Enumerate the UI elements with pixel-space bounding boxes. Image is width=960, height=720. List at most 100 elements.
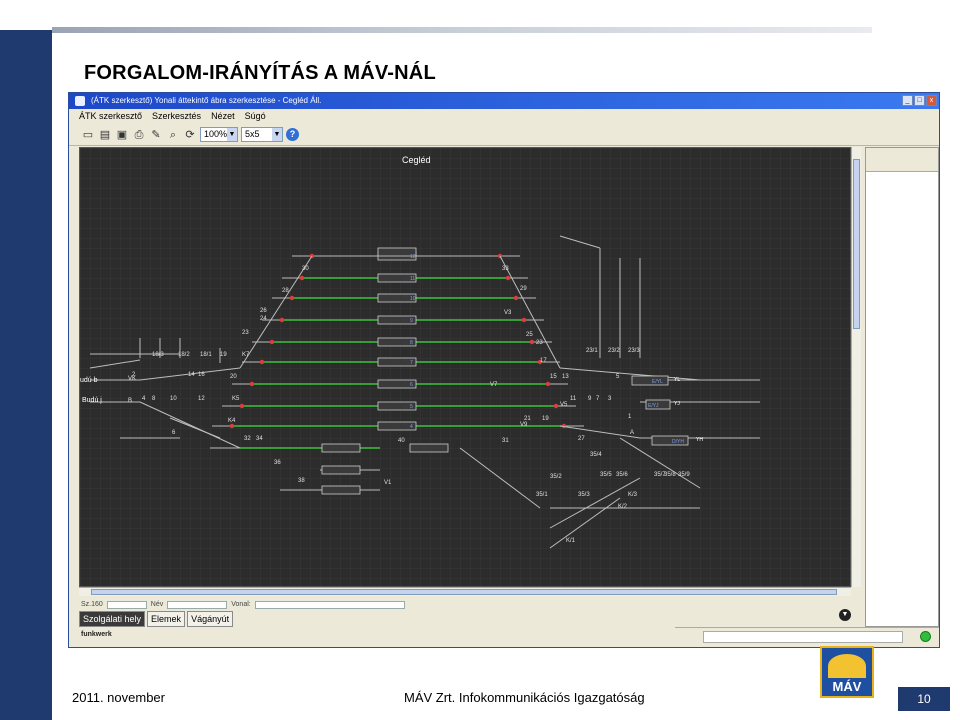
search-icon[interactable]: ⌕ bbox=[166, 128, 180, 142]
signal-label: 40 bbox=[398, 438, 405, 444]
signal-label: K/3 bbox=[628, 492, 638, 498]
station-name: Cegléd bbox=[402, 155, 431, 165]
menu-sugo[interactable]: Súgó bbox=[245, 109, 266, 124]
signal-label: 35/6 bbox=[616, 472, 628, 478]
signal-label: 27 bbox=[578, 436, 585, 442]
print-icon[interactable]: ⎙ bbox=[132, 128, 146, 142]
track-block[interactable] bbox=[321, 443, 361, 453]
scroll-thumb[interactable] bbox=[853, 159, 860, 329]
signal-icon[interactable] bbox=[269, 339, 275, 345]
signal-label: 35/2 bbox=[550, 474, 562, 480]
track-number: 12 bbox=[410, 254, 416, 260]
close-button[interactable]: x bbox=[926, 95, 937, 106]
funkwerk-logo: funkwerk bbox=[81, 631, 112, 638]
grid-select[interactable]: 5x5 ▼ bbox=[241, 127, 283, 142]
signal-label: 23/1 bbox=[586, 348, 598, 354]
signal-icon[interactable] bbox=[545, 381, 551, 387]
slide-title: FORGALOM-IRÁNYÍTÁS A MÁV-NÁL bbox=[84, 62, 436, 84]
signal-label: 38 bbox=[298, 478, 305, 484]
menu-atk-szerkeszto[interactable]: ÁTK szerkesztő bbox=[79, 109, 142, 124]
save-icon[interactable]: ▣ bbox=[115, 128, 129, 142]
signal-icon[interactable] bbox=[513, 295, 519, 301]
signal-label: 18/2 bbox=[178, 352, 190, 358]
maximize-button[interactable]: □ bbox=[914, 95, 925, 106]
menu-szerkesztes[interactable]: Szerkesztés bbox=[152, 109, 201, 124]
mav-logo: MÁV bbox=[820, 646, 874, 698]
sz-input[interactable] bbox=[106, 601, 147, 609]
signal-icon[interactable] bbox=[553, 403, 559, 409]
signal-label: A bbox=[630, 430, 634, 436]
logo-wave bbox=[828, 654, 866, 678]
signal-icon[interactable] bbox=[505, 275, 511, 281]
signal-icon[interactable] bbox=[521, 317, 527, 323]
signal-label: 35/3 bbox=[578, 492, 590, 498]
exit-tag: YL bbox=[674, 377, 680, 383]
page-number: 10 bbox=[898, 687, 950, 711]
name-input[interactable] bbox=[167, 601, 228, 609]
track-number: 9 bbox=[410, 318, 413, 324]
scroll-thumb[interactable] bbox=[91, 589, 837, 595]
menu-nezet[interactable]: Nézet bbox=[211, 109, 235, 124]
signal-icon[interactable] bbox=[529, 339, 535, 345]
field-label: Vonal: bbox=[231, 601, 251, 608]
signal-label: 23 bbox=[536, 340, 543, 346]
signal-label: 23/2 bbox=[608, 348, 620, 354]
track-number: 11 bbox=[410, 276, 415, 282]
track-block[interactable] bbox=[409, 443, 449, 453]
open-folder-icon[interactable]: ▤ bbox=[98, 128, 112, 142]
signal-icon[interactable] bbox=[239, 403, 245, 409]
properties-panel bbox=[865, 147, 939, 627]
vertical-scrollbar[interactable] bbox=[851, 147, 861, 587]
diagram-canvas[interactable]: Cegléd 12 11 10 9 8 7 6 5 4 E/YL E/YJ D/YH YL YJ YH udú… bbox=[79, 147, 851, 587]
chevron-down-icon: ▼ bbox=[227, 128, 237, 141]
signal-label: 26 bbox=[260, 308, 267, 314]
presentation-slide: FORGALOM-IRÁNYÍTÁS A MÁV-NÁL (ÁTK szerke… bbox=[0, 0, 960, 720]
tab-elemek[interactable]: Elemek bbox=[147, 611, 186, 627]
signal-label: V1 bbox=[384, 480, 392, 486]
grid-value: 5x5 bbox=[245, 129, 260, 139]
signal-icon[interactable] bbox=[279, 317, 285, 323]
signal-label: K4 bbox=[228, 418, 236, 424]
refresh-icon[interactable]: ⟳ bbox=[183, 128, 197, 142]
signal-icon[interactable] bbox=[289, 295, 295, 301]
signal-label: K/1 bbox=[566, 538, 576, 544]
signal-label: 14 bbox=[188, 372, 195, 378]
signal-icon[interactable] bbox=[299, 275, 305, 281]
horizontal-scrollbar[interactable] bbox=[79, 587, 851, 596]
edit-icon[interactable]: ✎ bbox=[149, 128, 163, 142]
new-file-icon[interactable]: ▭ bbox=[81, 128, 95, 142]
signal-label: 30 bbox=[302, 266, 309, 272]
app-window: (ÁTK szerkesztő) Yonali áttekintő ábra s… bbox=[68, 92, 940, 648]
tab-vaganyut[interactable]: Vágányút bbox=[187, 611, 234, 627]
footer-organization: MÁV Zrt. Infokommunikációs Igazgatóság bbox=[404, 690, 645, 705]
signal-label: B bbox=[128, 398, 132, 404]
tab-szolgalati-hely[interactable]: Szolgálati hely bbox=[79, 611, 146, 627]
signal-icon[interactable] bbox=[259, 359, 265, 365]
signal-label: 23 bbox=[242, 330, 249, 336]
signal-label: 34 bbox=[256, 436, 263, 442]
signal-icon[interactable] bbox=[229, 423, 235, 429]
signal-label: 18/3 bbox=[152, 352, 164, 358]
help-icon[interactable]: ? bbox=[286, 128, 299, 141]
track-number: 10 bbox=[410, 296, 416, 302]
chevron-down-icon[interactable]: ▼ bbox=[839, 609, 851, 621]
track-number: 8 bbox=[410, 340, 413, 346]
zoom-select[interactable]: 100% ▼ bbox=[200, 127, 238, 142]
signal-label: 10 bbox=[170, 396, 177, 402]
chevron-down-icon: ▼ bbox=[272, 128, 282, 141]
line-input[interactable] bbox=[254, 601, 405, 609]
status-box bbox=[703, 631, 903, 643]
slide-top-strip bbox=[52, 27, 872, 33]
track-diagram[interactable]: Cegléd 12 11 10 9 8 7 6 5 4 E/YL E/YJ D/YH YL YJ YH udú… bbox=[80, 148, 851, 587]
minimize-button[interactable]: _ bbox=[902, 95, 913, 106]
track-block[interactable] bbox=[321, 465, 361, 475]
field-row: Sz.160 Név Vonal: bbox=[81, 601, 405, 611]
signal-icon[interactable] bbox=[249, 381, 255, 387]
signal-label: V9 bbox=[520, 422, 528, 428]
signal-label: 28 bbox=[282, 288, 289, 294]
slide-left-bar bbox=[0, 0, 52, 720]
logo-text: MÁV bbox=[832, 679, 862, 694]
track-block[interactable] bbox=[321, 485, 361, 495]
window-titlebar[interactable]: (ÁTK szerkesztő) Yonali áttekintő ábra s… bbox=[69, 93, 939, 109]
signal-label: 31 bbox=[502, 438, 509, 444]
